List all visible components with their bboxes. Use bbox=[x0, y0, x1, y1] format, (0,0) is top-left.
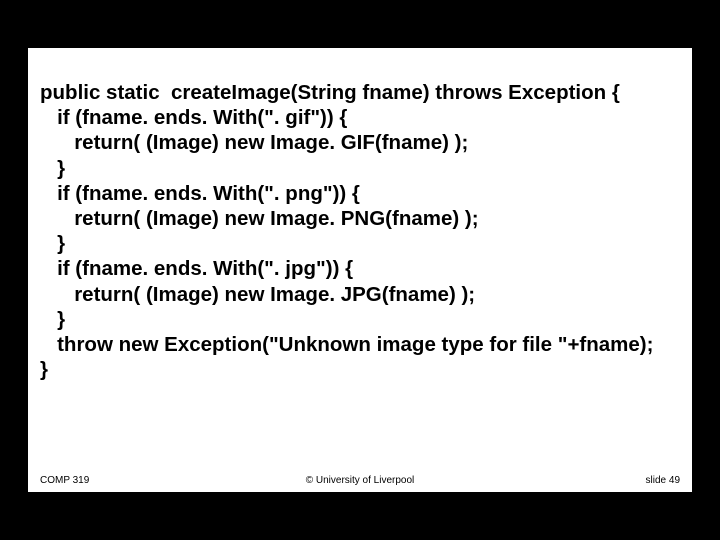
footer-center: © University of Liverpool bbox=[40, 475, 680, 486]
code-line-5: if (fname. ends. With(". png")) { bbox=[40, 182, 360, 205]
code-line-9: return( (Image) new Image. JPG(fname) ); bbox=[40, 283, 475, 306]
code-line-2: if (fname. ends. With(". gif")) { bbox=[40, 106, 347, 129]
code-line-4: } bbox=[40, 157, 65, 180]
slide: public static createImage(String fname) … bbox=[28, 48, 692, 492]
code-line-10: } bbox=[40, 308, 65, 331]
code-line-11: throw new Exception("Unknown image type … bbox=[40, 333, 653, 356]
code-line-12: } bbox=[40, 358, 48, 381]
code-line-6: return( (Image) new Image. PNG(fname) ); bbox=[40, 207, 479, 230]
footer: © University of Liverpool COMP 319 slide… bbox=[40, 475, 680, 486]
code-line-1: public static createImage(String fname) … bbox=[40, 81, 620, 104]
code-line-8: if (fname. ends. With(". jpg")) { bbox=[40, 257, 353, 280]
code-line-3: return( (Image) new Image. GIF(fname) ); bbox=[40, 131, 468, 154]
code-line-7: } bbox=[40, 232, 65, 255]
code-block: public static createImage(String fname) … bbox=[40, 80, 680, 382]
